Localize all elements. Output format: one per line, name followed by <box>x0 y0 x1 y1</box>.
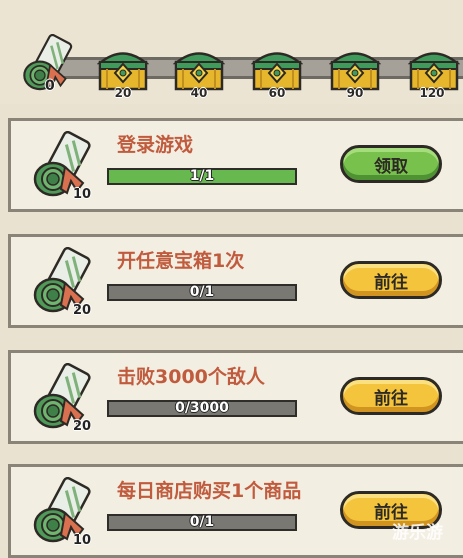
go-button[interactable]: 前往 <box>340 377 442 415</box>
progress-text: 0/3000 <box>175 400 229 416</box>
progress-text: 1/1 <box>189 168 215 184</box>
task-progress-bar: 0/1 <box>107 514 297 531</box>
milestone-label: 90 <box>346 86 364 100</box>
task-card: 10 登录游戏 1/1 领取 <box>8 118 463 212</box>
reward-amount: 10 <box>73 187 92 202</box>
task-title: 登录游戏 <box>117 134 194 156</box>
reward-amount: 20 <box>73 419 92 434</box>
task-card: 20 开任意宝箱1次 0/1 前往 <box>8 234 463 328</box>
task-title: 开任意宝箱1次 <box>117 250 245 272</box>
task-card: 10 每日商店购买1个商品 0/1 前往 <box>8 464 463 558</box>
milestone-label: 120 <box>419 86 445 100</box>
milestone-label: 40 <box>190 86 208 100</box>
task-title: 击败3000个敌人 <box>117 366 265 388</box>
go-button[interactable]: 前往 <box>340 261 442 299</box>
reward-amount: 20 <box>73 303 92 318</box>
task-card: 20 击败3000个敌人 0/3000 前往 <box>8 350 463 444</box>
task-progress-bar: 1/1 <box>107 168 297 185</box>
progress-text: 0/1 <box>189 514 215 530</box>
progress-header: 0 20 40 60 90 120 <box>0 0 463 104</box>
current-points: 0 <box>45 78 55 94</box>
milestone-label: 60 <box>268 86 286 100</box>
task-progress-bar: 0/1 <box>107 284 297 301</box>
progress-text: 0/1 <box>189 284 215 300</box>
task-progress-bar: 0/3000 <box>107 400 297 417</box>
claim-button[interactable]: 领取 <box>340 145 442 183</box>
task-title: 每日商店购买1个商品 <box>117 480 302 502</box>
watermark: 游乐游 <box>392 523 443 543</box>
milestone-label: 20 <box>114 86 132 100</box>
reward-amount: 10 <box>73 533 92 548</box>
